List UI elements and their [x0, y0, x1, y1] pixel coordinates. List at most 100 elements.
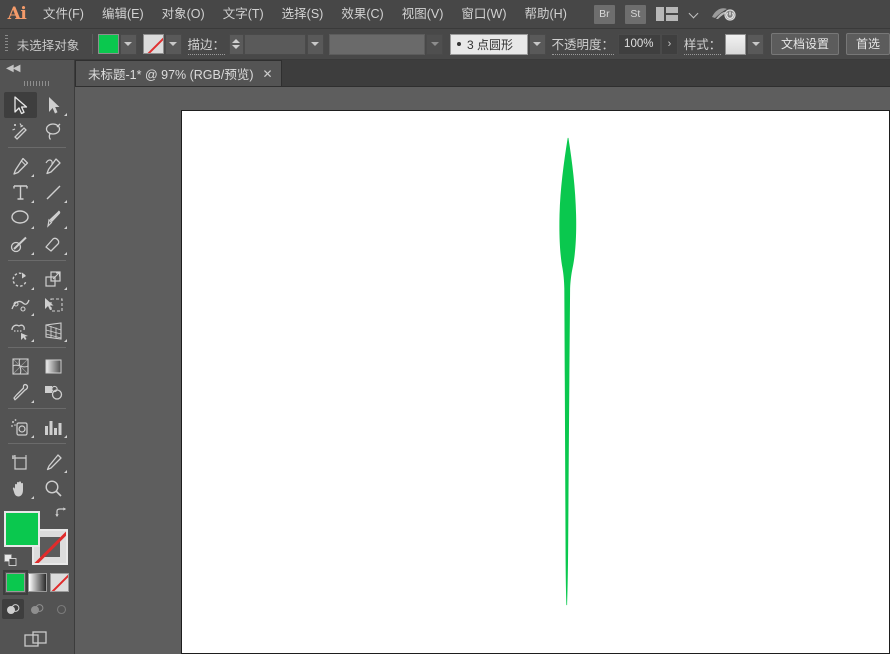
menu-object[interactable]: 对象(O)	[153, 0, 214, 29]
stroke-weight-label[interactable]: 描边：	[187, 34, 226, 55]
selection-status-label: 未选择对象	[16, 38, 80, 53]
tool-group-selection	[0, 90, 74, 144]
artboard[interactable]	[181, 110, 890, 654]
draw-inside-mode[interactable]	[50, 599, 72, 619]
hand-tool[interactable]	[4, 475, 37, 501]
swap-fill-stroke-icon[interactable]	[55, 507, 69, 520]
leaf-blade-artwork[interactable]	[182, 111, 889, 653]
menu-help[interactable]: 帮助(H)	[516, 0, 576, 29]
rotate-tool[interactable]	[4, 266, 37, 292]
stroke-swatch-dropdown[interactable]	[164, 33, 182, 55]
tool-flyout-indicator	[31, 226, 34, 229]
menu-effect[interactable]: 效果(C)	[332, 0, 392, 29]
symbol-sprayer-tool[interactable]	[4, 414, 37, 440]
graphic-style-dropdown[interactable]	[747, 33, 764, 55]
creative-cloud-sync-icon[interactable]	[710, 4, 738, 24]
stroke-color-swatch[interactable]	[142, 34, 164, 54]
menu-type[interactable]: 文字(T)	[214, 0, 273, 29]
gradient-tool[interactable]	[37, 353, 70, 379]
selection-tool[interactable]	[4, 92, 37, 118]
document-tab-title: 未标题-1* @ 97% (RGB/预览)	[88, 68, 254, 82]
menu-file[interactable]: 文件(F)	[34, 0, 93, 29]
screen-mode-row	[0, 630, 74, 653]
artboard-tool[interactable]	[4, 449, 37, 475]
stroke-weight-stepper[interactable]	[229, 33, 244, 55]
brush-definition-field[interactable]: 3 点圆形	[450, 33, 528, 55]
close-icon[interactable]: ✕	[263, 68, 273, 80]
tool-flyout-indicator	[31, 435, 34, 438]
menu-view[interactable]: 视图(V)	[393, 0, 453, 29]
stock-badge[interactable]: St	[624, 4, 646, 24]
curvature-tool[interactable]	[37, 153, 70, 179]
stroke-profile-dropdown[interactable]	[426, 33, 444, 55]
default-fill-stroke-icon[interactable]	[4, 554, 18, 567]
collapse-arrows-icon: ◀◀	[6, 62, 20, 74]
menu-select[interactable]: 选择(S)	[273, 0, 333, 29]
eraser-tool[interactable]	[37, 231, 70, 257]
divider	[92, 34, 94, 54]
opacity-flyout-button[interactable]: ›	[661, 33, 678, 55]
lasso-tool[interactable]	[37, 118, 70, 144]
fill-color-swatch[interactable]	[98, 34, 120, 54]
blend-tool[interactable]	[37, 379, 70, 405]
stroke-weight-dropdown[interactable]	[307, 33, 324, 55]
tool-group-navigation	[0, 447, 74, 501]
arrange-documents-icon[interactable]	[655, 7, 678, 21]
document-setup-button[interactable]: 文档设置	[770, 33, 839, 55]
line-segment-tool[interactable]	[37, 179, 70, 205]
free-transform-tool[interactable]	[37, 292, 70, 318]
type-tool[interactable]	[4, 179, 37, 205]
tool-group-color	[0, 351, 74, 405]
preferences-button[interactable]: 首选	[845, 33, 890, 55]
color-mode-solid[interactable]	[2, 570, 28, 595]
zoom-tool[interactable]	[37, 475, 70, 501]
ellipse-tool[interactable]	[4, 205, 37, 231]
slice-tool[interactable]	[37, 449, 70, 475]
opacity-label[interactable]: 不透明度：	[551, 34, 615, 55]
optionbar-grip-handle[interactable]	[3, 34, 11, 54]
stroke-weight-input[interactable]	[243, 33, 306, 55]
style-label[interactable]: 样式：	[683, 34, 722, 55]
paintbrush-tool[interactable]	[37, 205, 70, 231]
column-graph-tool[interactable]	[37, 414, 70, 440]
tools-panel-collapse-button[interactable]: ◀◀	[0, 60, 74, 76]
opacity-input[interactable]: 100%	[618, 33, 662, 55]
brush-definition-dropdown[interactable]	[528, 33, 546, 55]
perspective-grid-tool[interactable]	[37, 318, 70, 344]
mesh-tool[interactable]	[4, 353, 37, 379]
magic-wand-tool[interactable]	[4, 118, 37, 144]
color-mode-gradient[interactable]	[27, 573, 47, 592]
fill-color-box[interactable]	[4, 511, 40, 547]
direct-selection-tool[interactable]	[37, 92, 70, 118]
stroke-profile-input[interactable]	[328, 33, 426, 55]
app-logo: Ai	[7, 4, 27, 24]
tool-flyout-indicator	[31, 339, 34, 342]
color-mode-none[interactable]	[49, 573, 69, 592]
scale-tool[interactable]	[37, 266, 70, 292]
tools-panel: ◀◀	[0, 60, 75, 654]
draw-behind-mode[interactable]	[26, 599, 48, 619]
pen-tool[interactable]	[4, 153, 37, 179]
menu-edit[interactable]: 编辑(E)	[93, 0, 153, 29]
change-screen-mode-button[interactable]	[24, 630, 50, 653]
menu-window[interactable]: 窗口(W)	[452, 0, 515, 29]
document-tab[interactable]: 未标题-1* @ 97% (RGB/预览) ✕	[75, 60, 282, 86]
shaper-tool[interactable]	[4, 231, 37, 257]
shape-builder-tool[interactable]	[4, 318, 37, 344]
width-tool[interactable]	[4, 292, 37, 318]
chevron-down-icon[interactable]	[688, 8, 700, 20]
fill-swatch-dropdown[interactable]	[120, 33, 137, 55]
menu-bar: Ai 文件(F) 编辑(E) 对象(O) 文字(T) 选择(S) 效果(C) 视…	[0, 0, 890, 29]
tool-flyout-indicator	[64, 226, 67, 229]
tool-group-transform	[0, 264, 74, 344]
draw-normal-mode[interactable]	[2, 599, 24, 619]
tool-flyout-indicator	[64, 287, 67, 290]
eyedropper-tool[interactable]	[4, 379, 37, 405]
graphic-style-swatch[interactable]	[725, 33, 747, 55]
tool-flyout-indicator	[31, 400, 34, 403]
bridge-badge[interactable]: Br	[593, 4, 615, 24]
fill-stroke-control	[4, 507, 70, 569]
tools-panel-grip-handle[interactable]	[0, 76, 74, 90]
canvas-work-area[interactable]	[75, 87, 890, 654]
brush-definition-label: 3 点圆形	[467, 37, 514, 52]
